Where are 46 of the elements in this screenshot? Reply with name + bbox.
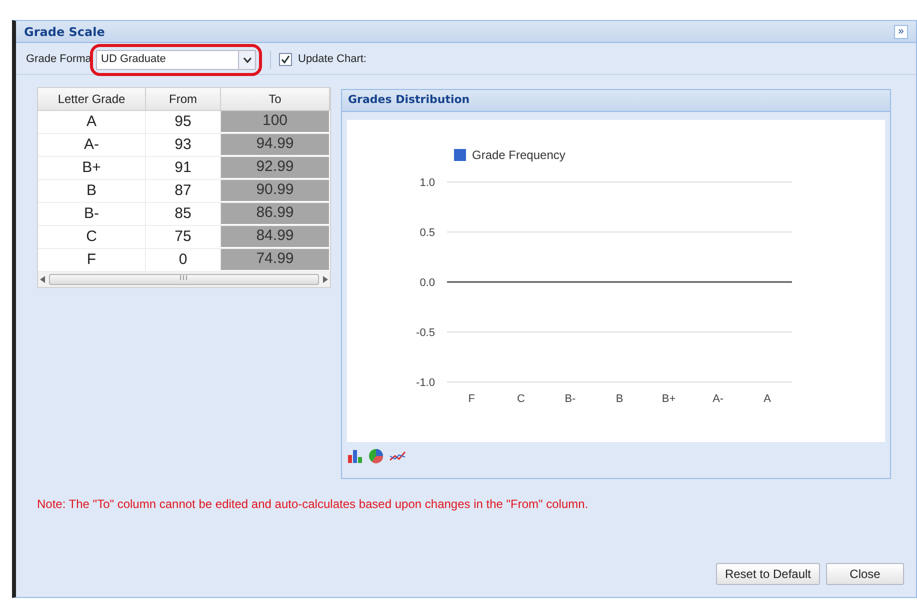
table-cell: B+ xyxy=(38,157,146,179)
y-tick-label: -0.5 xyxy=(416,327,435,339)
table-cell: A- xyxy=(38,134,146,156)
scroll-left-icon[interactable] xyxy=(40,276,45,283)
x-tick-label: B- xyxy=(564,393,576,405)
reset-button[interactable]: Reset to Default xyxy=(716,563,820,585)
pie-chart-icon[interactable] xyxy=(368,448,384,464)
table-cell: B- xyxy=(38,203,146,225)
x-tick-label: B+ xyxy=(662,393,676,405)
table-cell: 90.99 xyxy=(221,180,330,202)
x-tick-label: F xyxy=(468,393,475,405)
line-chart-icon[interactable] xyxy=(389,450,407,462)
dropdown-caret-icon xyxy=(238,50,255,68)
x-tick-label: C xyxy=(516,393,525,405)
x-tick-label: A xyxy=(764,393,772,405)
y-tick-label: 1.0 xyxy=(420,177,435,189)
y-tick-label: 0.0 xyxy=(420,277,435,289)
table-cell: 86.99 xyxy=(221,203,330,225)
close-button[interactable]: Close xyxy=(826,563,904,585)
column-header[interactable]: Letter Grade xyxy=(38,88,146,110)
legend-label: Grade Frequency xyxy=(472,148,566,162)
x-tick-label: B xyxy=(616,393,624,405)
bar-chart-icon[interactable] xyxy=(347,449,363,463)
x-tick-label: A- xyxy=(712,393,724,405)
table-cell: B xyxy=(38,180,146,202)
table-cell: 94.99 xyxy=(221,134,330,156)
collapse-button[interactable]: » xyxy=(894,24,908,38)
update-chart-checkbox[interactable] xyxy=(279,53,292,66)
table-cell: A xyxy=(38,111,146,133)
format-dropdown[interactable]: UD Graduate xyxy=(96,50,256,70)
checkbox-label: Update Chart: xyxy=(298,52,366,68)
table-cell: 84.99 xyxy=(221,226,330,248)
table-cell: F xyxy=(38,249,146,271)
y-tick-label: -1.0 xyxy=(416,377,435,389)
y-tick-label: 0.5 xyxy=(420,227,435,239)
scroll-right-icon[interactable] xyxy=(323,276,328,283)
table-cell: 92.99 xyxy=(221,157,330,179)
column-header[interactable]: To xyxy=(221,88,330,110)
column-header[interactable]: From xyxy=(146,88,221,110)
table-cell: C xyxy=(38,226,146,248)
note-text: Note: The "To" column cannot be edited and auto-calculates based upon changes in the "From" column. xyxy=(36,496,590,513)
table-cell: 74.99 xyxy=(221,249,330,271)
chart-legend: Grade Frequency xyxy=(454,148,566,162)
panel-title: Grades Distribution xyxy=(348,92,470,108)
window-title: Grade Scale xyxy=(24,24,105,40)
table-cell: 100 xyxy=(221,111,330,133)
